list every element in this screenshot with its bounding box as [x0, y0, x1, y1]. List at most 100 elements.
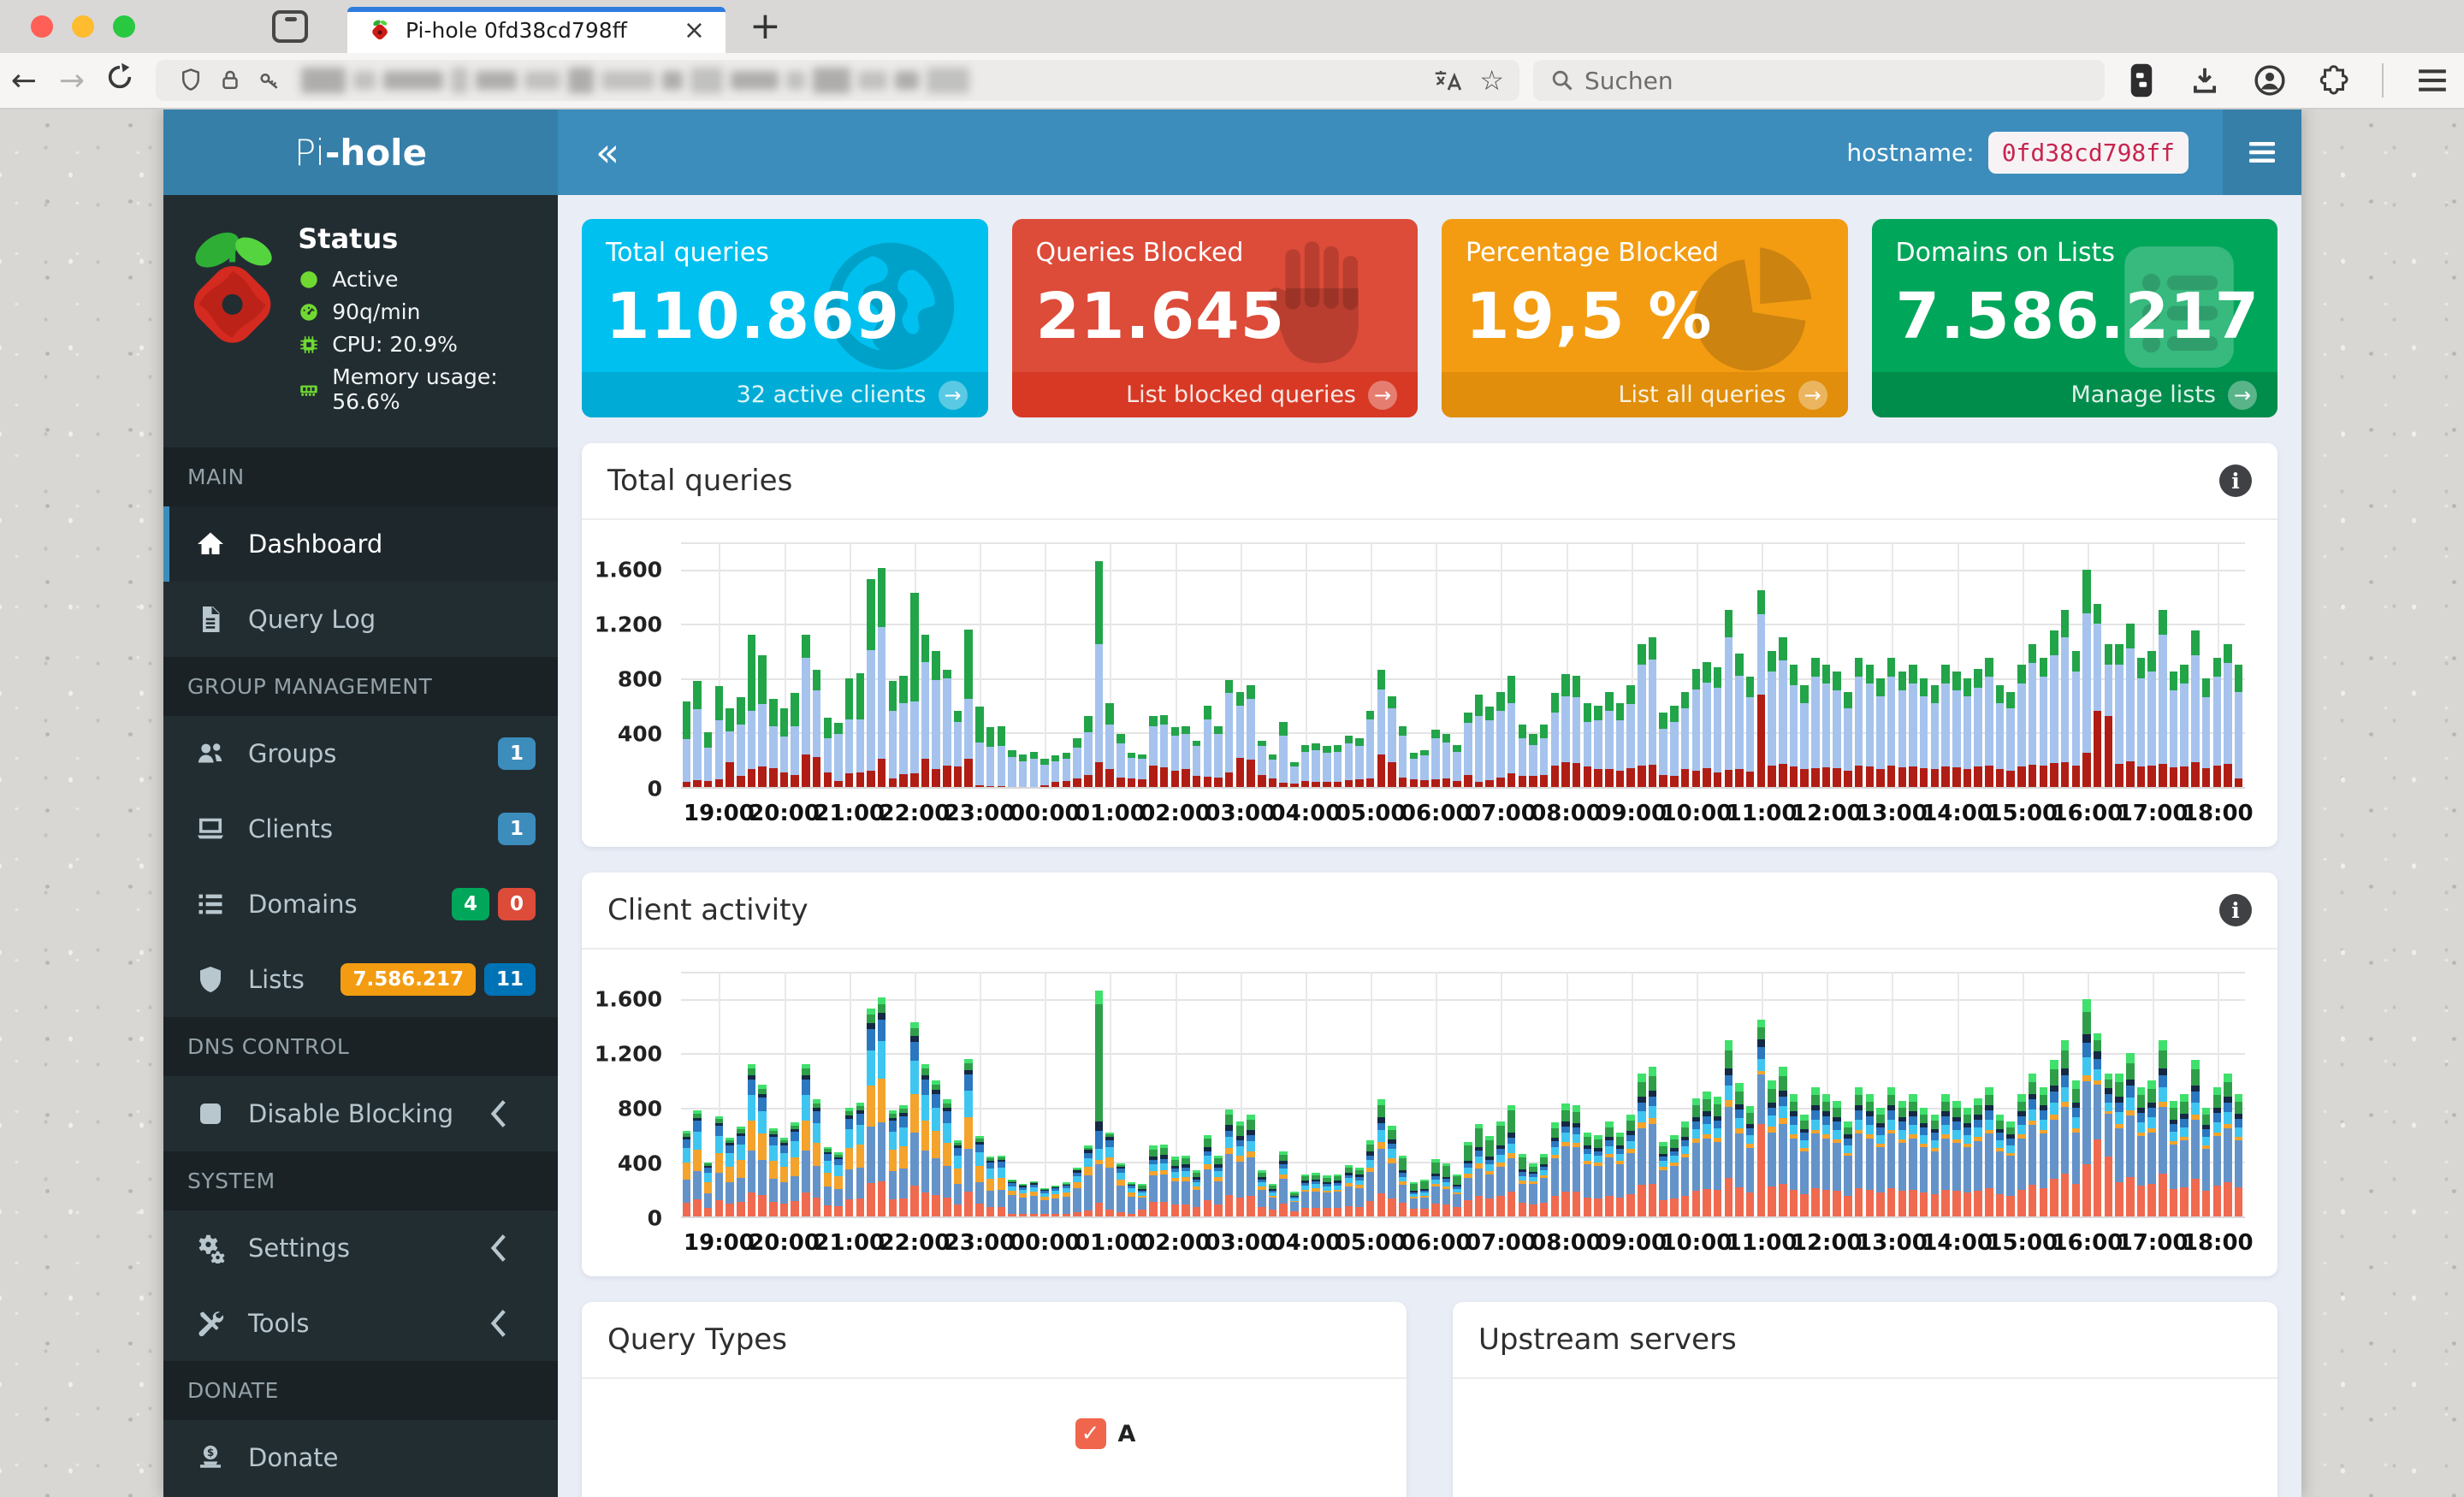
sidebar-item-dashboard[interactable]: Dashboard — [163, 506, 558, 582]
zoom-window-button[interactable] — [113, 15, 135, 38]
bar — [1453, 542, 1461, 787]
bar — [2191, 972, 2200, 1216]
bar — [1312, 542, 1320, 787]
url-bar[interactable]: ☆ — [156, 60, 1519, 101]
bar — [921, 542, 930, 787]
client-activity-chart[interactable]: 0 400 800 1.200 1.600 19:00 20:00 21:00 22:00 23:… — [595, 972, 2254, 1268]
sidebar-item-domains[interactable]: Domains 4 0 — [163, 867, 558, 942]
bar — [1431, 542, 1440, 787]
query-types-legend-item[interactable]: ✓ A — [693, 1418, 1407, 1449]
bar — [1833, 972, 1841, 1216]
bar — [1192, 542, 1201, 787]
bar — [1811, 542, 1820, 787]
card-value: 19,5 % — [1466, 280, 1713, 353]
legend-checkbox[interactable]: ✓ — [1075, 1418, 1106, 1449]
firefox-view-icon[interactable] — [272, 10, 308, 43]
sidebar-item-tools[interactable]: Tools — [163, 1286, 558, 1361]
header-menu-button[interactable] — [2223, 109, 2301, 195]
translate-icon[interactable] — [1433, 67, 1464, 94]
minimize-window-button[interactable] — [72, 15, 94, 38]
sidebar: Status Active 90q/min CPU: 20.9% Memory usa… — [163, 195, 558, 1497]
account-icon[interactable] — [2254, 64, 2286, 97]
bar — [1724, 972, 1733, 1216]
status-panel: Status Active 90q/min CPU: 20.9% Memory usa… — [163, 195, 558, 447]
bar — [1648, 972, 1657, 1216]
logo-light: Pi — [293, 131, 325, 174]
bar — [943, 972, 951, 1216]
bar — [812, 972, 821, 1216]
bar — [1300, 972, 1310, 1216]
query-types-panel: Query Types ✓ A — [582, 1302, 1407, 1497]
card-value: 21.645 — [1035, 280, 1286, 353]
bar — [1594, 972, 1602, 1216]
chevron-left-icon — [490, 1310, 506, 1337]
close-window-button[interactable] — [31, 15, 53, 38]
bar — [964, 542, 973, 787]
bar — [986, 542, 995, 787]
bar — [877, 542, 886, 787]
close-tab-icon[interactable]: × — [678, 15, 710, 45]
bar — [1029, 542, 1039, 787]
menu-icon[interactable] — [2416, 66, 2449, 95]
bar — [1886, 972, 1896, 1216]
key-icon[interactable] — [257, 68, 282, 93]
card-footer-link[interactable]: Manage lists → — [1871, 372, 2277, 417]
sidebar-item-query-log[interactable]: Query Log — [163, 582, 558, 657]
bar — [2234, 542, 2243, 787]
bar — [1648, 542, 1657, 787]
info-icon[interactable]: i — [2219, 894, 2252, 926]
bar — [1247, 542, 1255, 787]
extensions-icon[interactable] — [2319, 64, 2349, 97]
card-footer-link[interactable]: List all queries → — [1442, 372, 1848, 417]
main-content: Total queries 110.869 32 active clients → Qu… — [558, 195, 2301, 1497]
bar — [1182, 542, 1190, 787]
bar — [1474, 972, 1484, 1216]
bar — [1008, 972, 1016, 1216]
downloads-icon[interactable] — [2189, 64, 2221, 97]
bar — [1214, 542, 1223, 787]
shield-permissions-icon[interactable] — [178, 68, 204, 93]
bar — [1094, 542, 1104, 787]
sidebar-item-groups[interactable]: Groups 1 — [163, 716, 558, 791]
bar — [1735, 542, 1744, 787]
list-icon — [198, 894, 222, 914]
bar — [1224, 972, 1234, 1216]
sidebar-item-donate[interactable]: $ Donate — [163, 1420, 558, 1495]
browser-tab[interactable]: Pi-hole 0fd38cd798ff × — [347, 7, 726, 53]
client-activity-panel: Client activity i 0 400 800 1.200 1.600 19:00… — [582, 873, 2277, 1276]
logo-bold: -hole — [325, 131, 428, 174]
pihole-logo[interactable]: Pi -hole — [163, 109, 558, 195]
sidebar-item-lists[interactable]: Lists 7.586.217 11 — [163, 942, 558, 1017]
sidebar-collapse-button[interactable]: « — [558, 129, 657, 175]
bar — [2201, 542, 2211, 787]
total-queries-chart[interactable]: 0 400 800 1.200 1.600 19:00 20:00 21:00 22:00 23:… — [595, 542, 2254, 838]
forward-button[interactable]: → — [48, 63, 96, 98]
bar — [1985, 972, 1993, 1216]
new-tab-button[interactable]: + — [749, 8, 781, 45]
lock-icon[interactable] — [217, 68, 243, 93]
bar — [1594, 542, 1602, 787]
card-queries-blocked: Queries Blocked 21.645 List blocked querie… — [1011, 219, 1418, 417]
home-icon — [198, 532, 223, 554]
info-icon[interactable]: i — [2219, 464, 2252, 497]
bar — [1235, 972, 1245, 1216]
search-bar[interactable]: Suchen — [1533, 60, 2105, 101]
bar — [1409, 972, 1419, 1216]
back-button[interactable]: ← — [0, 63, 48, 98]
bar — [1290, 542, 1299, 787]
chevron-left-icon — [490, 1234, 506, 1262]
sidebar-item-disable-blocking[interactable]: Disable Blocking — [163, 1076, 558, 1151]
bar — [1691, 542, 1701, 787]
sidebar-item-clients[interactable]: Clients 1 — [163, 791, 558, 867]
password-manager-icon[interactable] — [2127, 62, 2156, 98]
bar — [747, 542, 756, 787]
reload-button[interactable] — [96, 62, 144, 99]
card-footer-link[interactable]: List blocked queries → — [1011, 372, 1418, 417]
card-footer-link[interactable]: 32 active clients → — [582, 372, 988, 417]
bar — [2017, 972, 2026, 1216]
bar — [1051, 542, 1060, 787]
bar — [1323, 542, 1331, 787]
sidebar-item-settings[interactable]: Settings — [163, 1210, 558, 1286]
card-title: Queries Blocked — [1035, 238, 1244, 268]
bookmark-star-icon[interactable]: ☆ — [1479, 64, 1504, 97]
